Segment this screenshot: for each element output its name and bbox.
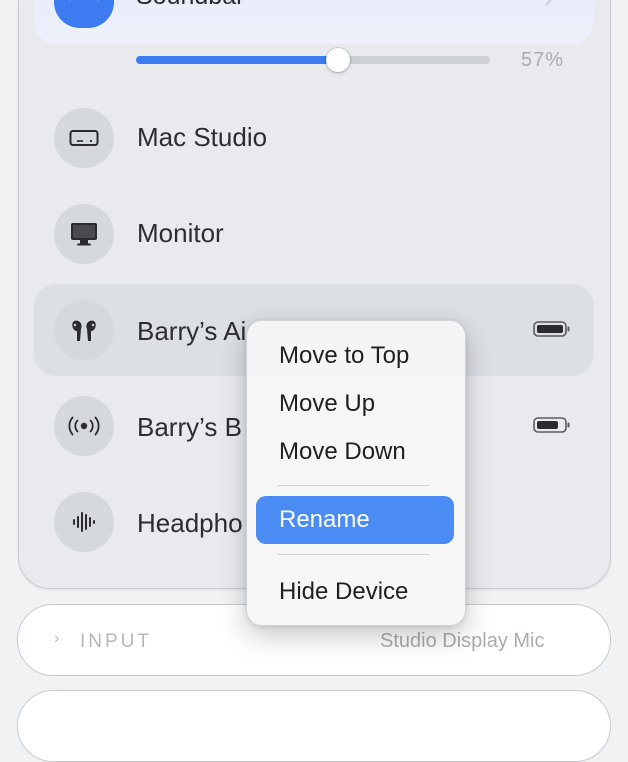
- airpods-pro-icon: [54, 300, 114, 360]
- device-label-speaker[interactable]: Barry’s B: [137, 412, 242, 443]
- input-section-label: INPUT: [80, 631, 152, 652]
- waveform-icon: [54, 492, 114, 552]
- device-label-airpods[interactable]: Barry’s Ai: [137, 316, 246, 347]
- menu-item-move-down[interactable]: Move Down: [279, 438, 406, 466]
- volume-slider[interactable]: [136, 48, 490, 72]
- menu-separator: [278, 554, 430, 555]
- input-device-value: Studio Display Mic: [380, 630, 545, 652]
- battery-icon: [533, 320, 571, 343]
- monitor-icon: [54, 204, 114, 264]
- mac-studio-icon: [54, 108, 114, 168]
- volume-value: 57%: [521, 49, 565, 71]
- chevron-right-icon[interactable]: ›: [544, 0, 552, 14]
- menu-item-hide-device[interactable]: Hide Device: [279, 578, 408, 606]
- selected-device-name: Soundbar: [136, 0, 244, 11]
- selected-device-row[interactable]: [34, 0, 594, 44]
- wireless-speaker-icon: [54, 396, 114, 456]
- next-section[interactable]: [17, 690, 611, 762]
- device-label-monitor[interactable]: Monitor: [137, 218, 224, 249]
- chevron-right-icon[interactable]: ›: [54, 630, 59, 648]
- menu-item-move-to-top[interactable]: Move to Top: [279, 342, 409, 370]
- device-label-mac-studio[interactable]: Mac Studio: [137, 122, 267, 153]
- airplay-speaker-icon: [54, 0, 114, 28]
- menu-item-move-up[interactable]: Move Up: [279, 390, 375, 418]
- volume-slider-knob[interactable]: [325, 48, 350, 72]
- menu-separator: [278, 485, 430, 486]
- battery-icon: [533, 416, 571, 439]
- device-label-headphones[interactable]: Headpho: [137, 508, 243, 539]
- menu-item-rename-label: Rename: [279, 506, 370, 533]
- volume-slider-fill: [136, 56, 338, 64]
